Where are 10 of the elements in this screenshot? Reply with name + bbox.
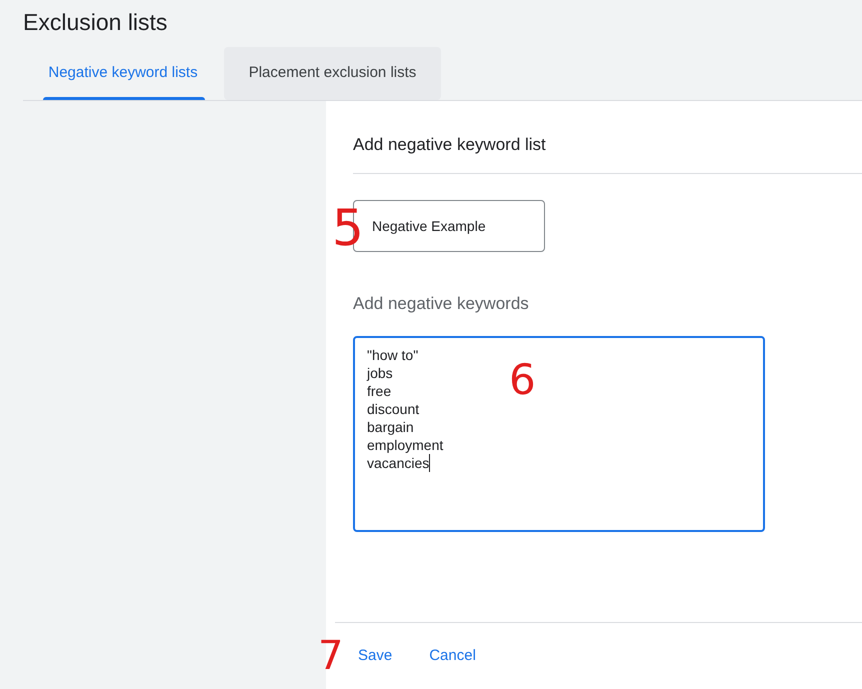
tab[interactable]: Placement exclusion lists — [224, 47, 441, 100]
footer-button[interactable]: Cancel — [421, 638, 484, 674]
panel-title: Add negative keyword list — [353, 134, 546, 156]
tab[interactable]: Negative keyword lists — [23, 47, 223, 100]
annotation-number: 6 — [509, 359, 536, 401]
text-caret-icon — [429, 454, 430, 472]
annotation-number: 7 — [318, 636, 344, 676]
footer-button[interactable]: Save — [350, 638, 400, 674]
page-title: Exclusion lists — [23, 8, 168, 37]
section-label: Add negative keywords — [353, 294, 529, 313]
